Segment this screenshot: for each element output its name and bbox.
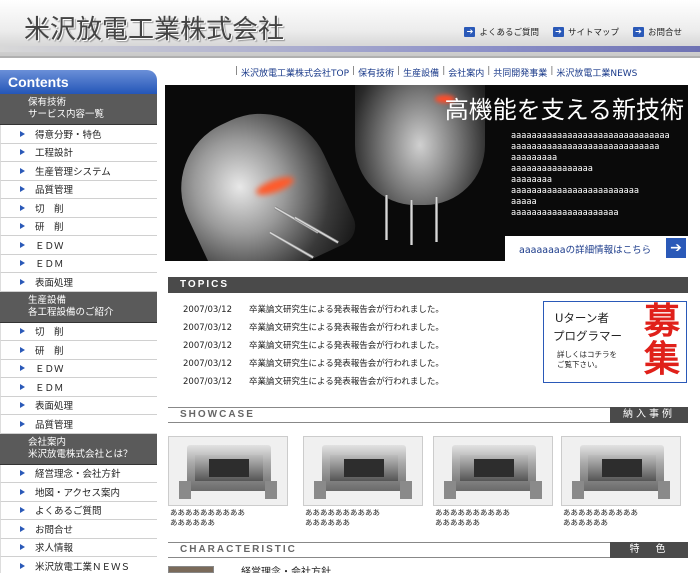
triangle-right-icon bbox=[20, 241, 25, 248]
triangle-right-icon bbox=[20, 167, 25, 174]
triangle-right-icon bbox=[20, 470, 25, 477]
arrow-right-icon: ➔ bbox=[666, 238, 686, 258]
list-item[interactable]: 2007/03/12 卒業論文研究生による発表報告会が行われました。 bbox=[183, 357, 444, 375]
header-divider bbox=[0, 46, 700, 52]
product-image[interactable] bbox=[433, 436, 553, 506]
recruit-banner[interactable]: Uターン者 プログラマー 詳しくはコチラを ご覧下さい。 募 集 bbox=[543, 301, 687, 383]
site-header: 米沢放電工業株式会社 ➔ よくあるご質問 ➔ サイトマップ ➔ お問合せ bbox=[0, 0, 700, 58]
product-image[interactable] bbox=[303, 436, 423, 506]
triangle-right-icon bbox=[20, 260, 25, 267]
showcase-heading: SHOWCASE 納入事例 bbox=[168, 407, 688, 423]
faq-link[interactable]: ➔ よくあるご質問 bbox=[464, 26, 539, 38]
header-links: ➔ よくあるご質問 ➔ サイトマップ ➔ お問合せ bbox=[464, 26, 682, 38]
sidebar-item-edw[interactable]: ＥＤＷ bbox=[0, 359, 157, 378]
showcase-card: ああああああああああ ああああああ bbox=[561, 436, 681, 528]
triangle-right-icon bbox=[20, 507, 25, 514]
list-item[interactable]: 2007/03/12 卒業論文研究生による発表報告会が行われました。 bbox=[183, 321, 444, 339]
sidebar-item-quality[interactable]: 品質管理 bbox=[0, 415, 157, 434]
characteristic-tag: 特 色 bbox=[610, 542, 688, 558]
nav-link-company[interactable]: 会社案内 bbox=[448, 66, 484, 79]
sidebar-item-surface[interactable]: 表面処理 bbox=[0, 396, 157, 415]
showcase-card: ああああああああああ ああああああ bbox=[303, 436, 423, 528]
vacuum-tube-image bbox=[165, 90, 362, 261]
sidebar-item-grinding[interactable]: 研 削 bbox=[0, 217, 157, 236]
list-item[interactable]: 2007/03/12 卒業論文研究生による発表報告会が行われました。 bbox=[183, 303, 444, 321]
triangle-right-icon bbox=[20, 149, 25, 156]
triangle-right-icon bbox=[20, 365, 25, 372]
sidebar-item-recruit[interactable]: 求人情報 bbox=[0, 538, 157, 557]
sidebar-item-cutting[interactable]: 切 削 bbox=[0, 322, 157, 341]
triangle-right-icon bbox=[20, 346, 25, 353]
sidebar-item-grinding[interactable]: 研 削 bbox=[0, 341, 157, 360]
hero-detail-link[interactable]: aaaaaaaaの詳細情報はこちら ➔ bbox=[505, 236, 688, 261]
triangle-right-icon bbox=[20, 223, 25, 230]
triangle-right-icon bbox=[20, 328, 25, 335]
showcase-card: ああああああああああ ああああああ bbox=[433, 436, 553, 528]
arrow-right-icon: ➔ bbox=[632, 27, 644, 37]
sidebar-section-company[interactable]: 会社案内 米沢放電株式会社とは？ bbox=[0, 433, 157, 465]
nav-link-top[interactable]: 米沢放電工業株式会社TOP bbox=[241, 66, 349, 79]
sidebar-item-quality[interactable]: 品質管理 bbox=[0, 180, 157, 199]
nav-link-equipment[interactable]: 生産設備 bbox=[403, 66, 439, 79]
triangle-right-icon bbox=[20, 488, 25, 495]
sidebar-item-surface[interactable]: 表面処理 bbox=[0, 273, 157, 292]
product-image[interactable] bbox=[561, 436, 681, 506]
nav-link-technology[interactable]: 保有技術 bbox=[358, 66, 394, 79]
hero-banner: 高機能を支える新技術 aaaaaaaaaaaaaaaaaaaaaaaaaaaaa… bbox=[165, 85, 688, 261]
sidebar-item-news[interactable]: 米沢放電工業ＮＥＷＳ bbox=[0, 557, 157, 573]
contact-link[interactable]: ➔ お問合せ bbox=[632, 26, 682, 38]
triangle-right-icon bbox=[20, 278, 25, 285]
arrow-right-icon: ➔ bbox=[552, 27, 564, 37]
sidebar-item-production-system[interactable]: 生産管理システム bbox=[0, 162, 157, 181]
hero-description: aaaaaaaaaaaaaaaaaaaaaaaaaaaaaaa aaaaaaaa… bbox=[511, 131, 670, 218]
characteristic-item[interactable]: 経営理念・会社方針 bbox=[241, 563, 331, 573]
triangle-right-icon bbox=[20, 544, 25, 551]
characteristic-heading: CHARACTERISTIC 特 色 bbox=[168, 542, 688, 558]
sidebar-section-equipment[interactable]: 生産設備 各工程設備のご紹介 bbox=[0, 291, 157, 323]
sidebar-item-edw[interactable]: ＥＤＷ bbox=[0, 236, 157, 255]
contents-heading: Contents bbox=[0, 70, 157, 94]
sidebar-item-contact[interactable]: お問合せ bbox=[0, 520, 157, 539]
showcase-card: ああああああああああ ああああああ bbox=[168, 436, 288, 528]
recruit-big-text: 募 集 bbox=[643, 301, 680, 380]
sidebar-section-technology[interactable]: 保有技術 サービス内容一覧 bbox=[0, 94, 157, 125]
sidebar-item-process-design[interactable]: 工程設計 bbox=[0, 143, 157, 162]
triangle-right-icon bbox=[20, 525, 25, 532]
triangle-right-icon bbox=[20, 562, 25, 569]
showcase-tag: 納入事例 bbox=[610, 407, 688, 423]
triangle-right-icon bbox=[20, 402, 25, 409]
nav-link-joint-dev[interactable]: 共同開発事業 bbox=[493, 66, 547, 79]
list-item[interactable]: 2007/03/12 卒業論文研究生による発表報告会が行われました。 bbox=[183, 339, 444, 357]
sidebar-item-edm[interactable]: ＥＤＭ bbox=[0, 254, 157, 273]
list-item[interactable]: 2007/03/12 卒業論文研究生による発表報告会が行われました。 bbox=[183, 375, 444, 393]
triangle-right-icon bbox=[20, 186, 25, 193]
sidebar: Contents 保有技術 サービス内容一覧 得意分野・特色 工程設計 生産管理… bbox=[0, 70, 157, 573]
sidebar-item-specialty[interactable]: 得意分野・特色 bbox=[0, 125, 157, 144]
topics-heading: TOPICS bbox=[168, 277, 688, 293]
triangle-right-icon bbox=[20, 420, 25, 427]
sitemap-link[interactable]: ➔ サイトマップ bbox=[552, 26, 619, 38]
sidebar-item-access[interactable]: 地図・アクセス案内 bbox=[0, 483, 157, 502]
hero-heading: 高機能を支える新技術 bbox=[444, 96, 684, 124]
site-title[interactable]: 米沢放電工業株式会社 bbox=[24, 9, 284, 46]
triangle-right-icon bbox=[20, 130, 25, 137]
sidebar-item-faq[interactable]: よくあるご質問 bbox=[0, 501, 157, 520]
arrow-right-icon: ➔ bbox=[464, 27, 476, 37]
product-image[interactable] bbox=[168, 436, 288, 506]
triangle-right-icon bbox=[20, 383, 25, 390]
triangle-right-icon bbox=[20, 204, 25, 211]
topics-list: 2007/03/12 卒業論文研究生による発表報告会が行われました。 2007/0… bbox=[183, 303, 444, 393]
characteristic-image[interactable] bbox=[168, 566, 214, 573]
global-nav: | 米沢放電工業株式会社TOP | 保有技術 | 生産設備 | 会社案内 | 共… bbox=[235, 66, 638, 79]
sidebar-item-cutting[interactable]: 切 削 bbox=[0, 199, 157, 218]
nav-link-news[interactable]: 米沢放電工業NEWS bbox=[556, 66, 637, 79]
sidebar-item-philosophy[interactable]: 経営理念・会社方針 bbox=[0, 464, 157, 483]
sidebar-item-edm[interactable]: ＥＤＭ bbox=[0, 378, 157, 397]
